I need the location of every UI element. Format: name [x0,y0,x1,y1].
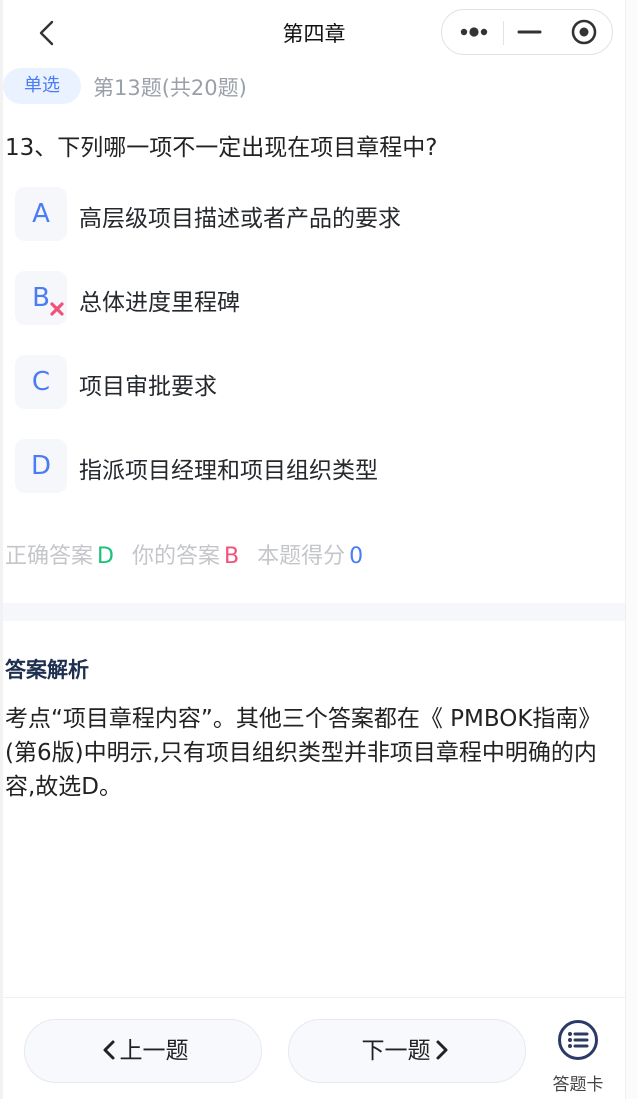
option-d[interactable]: D 指派项目经理和项目组织类型 [15,439,615,493]
minimize-icon [517,30,542,34]
answer-card-icon [558,1020,598,1060]
option-b[interactable]: B 总体进度里程碑 [15,271,615,325]
close-miniprogram-button[interactable] [556,10,612,54]
minimize-button[interactable] [504,10,554,54]
bottom-bar: 上一题 下一题 答题卡 [3,997,625,1100]
more-button[interactable] [442,10,502,54]
analysis-title: 答案解析 [5,658,89,682]
score-label: 本题得分 [257,544,346,569]
option-text: 指派项目经理和项目组织类型 [79,458,378,484]
analysis-text: 考点“项目章程内容”。其他三个答案都在《 PMBOK指南》(第6版)中明示,只有… [5,706,602,800]
question-type-badge: 单选 [3,68,81,104]
correct-answer-value: D [97,544,114,569]
target-close-icon [571,19,597,45]
previous-question-label: 上一题 [119,1038,189,1064]
miniprogram-capsule [441,9,613,55]
next-question-label: 下一题 [361,1038,431,1064]
nav-bar: 第四章 [3,0,625,64]
option-text: 总体进度里程碑 [79,290,240,316]
option-letter: C [15,355,67,409]
your-answer-value: B [223,544,240,569]
option-text: 高层级项目描述或者产品的要求 [79,206,401,232]
wrong-answer-icon [50,302,64,316]
question-progress: 第13题(共20题) [93,76,247,100]
answer-card-button[interactable]: 答题卡 [543,1016,613,1096]
previous-question-button[interactable]: 上一题 [24,1019,262,1083]
next-question-button[interactable]: 下一题 [288,1019,526,1083]
your-answer-label: 你的答案 [131,544,220,569]
correct-answer-label: 正确答案 [5,544,94,569]
chevron-left-icon [103,1040,114,1059]
more-dots-icon [460,27,488,37]
score-value: 0 [349,544,364,569]
option-letter: D [15,439,67,493]
option-c[interactable]: C 项目审批要求 [15,355,615,409]
question-page: 第四章 单选 第13题(共20题) 13、下列哪一项不一定出现在项目章程中? A… [3,0,625,1099]
option-letter: A [15,187,67,241]
question-text: 13、下列哪一项不一定出现在项目章程中? [5,135,438,161]
answer-result: 正确答案 D 你的答案 B 本题得分 0 [5,538,363,570]
section-divider [3,603,625,621]
background-page-edge-right [625,0,637,1099]
option-text: 项目审批要求 [79,374,217,400]
answer-card-label: 答题卡 [552,1075,604,1095]
option-a[interactable]: A 高层级项目描述或者产品的要求 [15,187,615,241]
chevron-right-icon [436,1040,447,1059]
